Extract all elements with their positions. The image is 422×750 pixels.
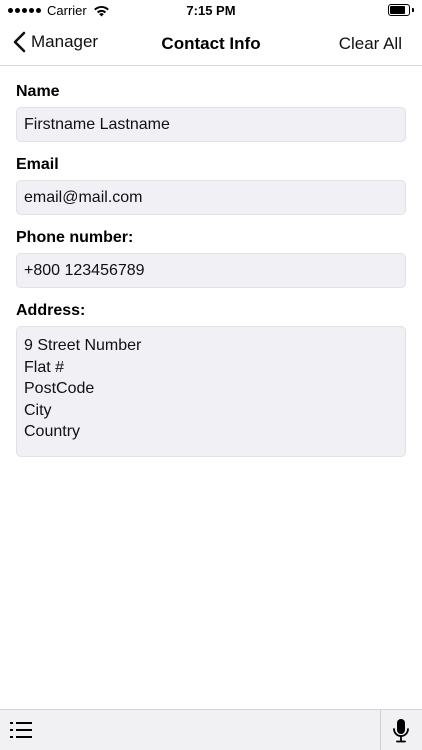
address-line: Country <box>24 423 81 440</box>
address-line: City <box>24 401 52 419</box>
battery-icon <box>388 4 414 17</box>
list-icon[interactable] <box>9 719 33 741</box>
address-line: Flat # <box>24 358 65 376</box>
back-button-label: Manager <box>31 32 99 51</box>
status-bar: Carrier 7:15 PM <box>0 0 422 22</box>
email-field[interactable]: email@mail.com <box>16 180 406 215</box>
phone-label: Phone number: <box>16 229 134 246</box>
chevron-left-icon <box>13 31 26 53</box>
phone-field[interactable]: +800 123456789 <box>16 253 406 288</box>
address-label: Address: <box>16 302 86 319</box>
address-line: 9 Street Number <box>24 337 142 354</box>
contact-form: Name Firstname Lastname Email email@mail… <box>16 82 406 457</box>
address-line: PostCode <box>24 380 95 397</box>
toolbar-divider <box>380 710 381 750</box>
back-button[interactable]: Manager <box>12 31 98 53</box>
microphone-icon[interactable] <box>391 718 411 744</box>
keyboard-toolbar <box>0 709 422 750</box>
name-label: Name <box>16 83 60 100</box>
address-field[interactable]: 9 Street Number Flat # PostCode City Cou… <box>16 326 406 457</box>
status-time: 7:15 PM <box>186 3 236 18</box>
navigation-bar: Manager Contact Info Clear All <box>0 22 422 66</box>
email-label: Email <box>16 156 59 173</box>
clear-all-button[interactable]: Clear All <box>339 34 402 54</box>
name-field[interactable]: Firstname Lastname <box>16 107 406 142</box>
